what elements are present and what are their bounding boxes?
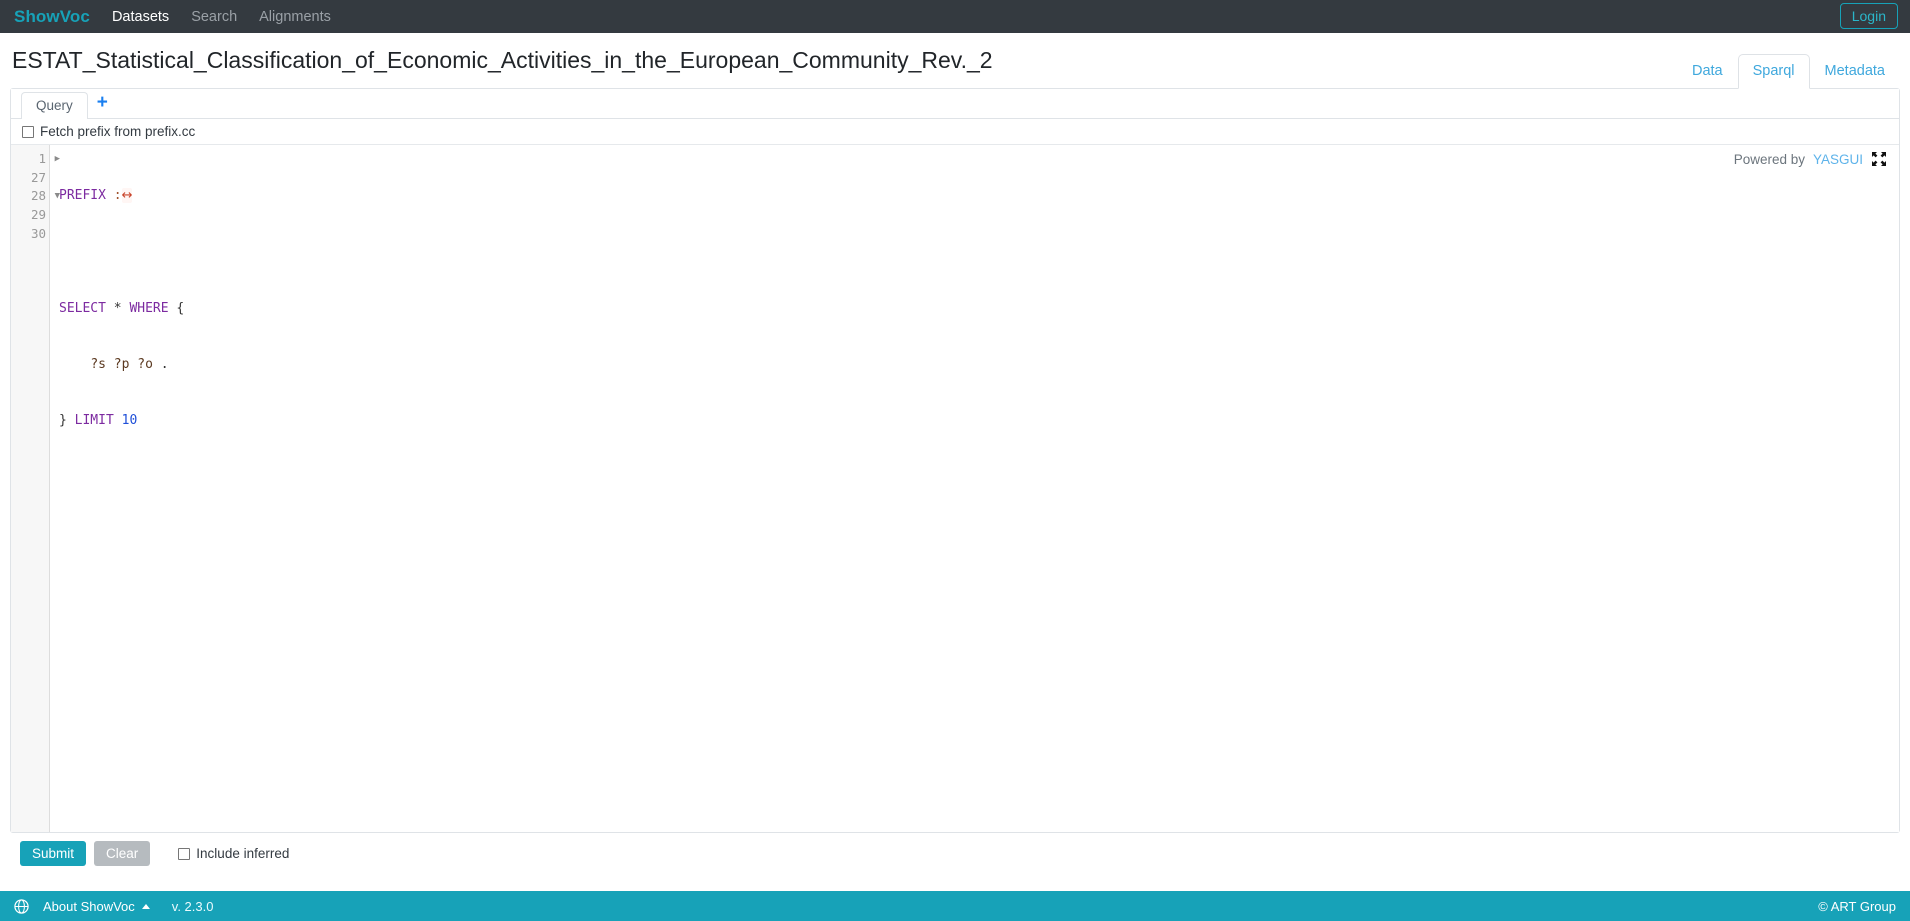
login-button[interactable]: Login xyxy=(1839,3,1898,30)
line-number: 1 ▶ xyxy=(11,150,60,169)
line-number: 29 xyxy=(11,206,49,225)
add-query-tab-button[interactable]: + xyxy=(88,90,117,117)
query-tab-strip: Query + xyxy=(11,89,1899,119)
codemirror[interactable]: 1 ▶ 27 28 ▼ 29 30 PREFIX:↔ SELECT * WHE… xyxy=(11,145,1899,832)
page-header: ESTAT_Statistical_Classification_of_Econ… xyxy=(0,33,1910,89)
query-action-bar: Submit Clear Include inferred xyxy=(10,833,1900,875)
fetch-prefix-checkbox[interactable] xyxy=(22,125,34,138)
caret-up-icon[interactable] xyxy=(141,903,150,909)
line-number-text: 29 xyxy=(30,207,46,223)
fetch-prefix-row: Fetch prefix from prefix.cc xyxy=(11,119,1899,145)
clear-button[interactable]: Clear xyxy=(94,841,151,866)
footer: About ShowVoc v. 2.3.0 © ART Group xyxy=(0,891,1910,921)
include-inferred-checkbox[interactable] xyxy=(178,847,191,860)
yasgui-credit: Powered by YASGUI xyxy=(1734,151,1887,167)
nav-link-datasets[interactable]: Datasets xyxy=(112,9,169,25)
line-number-text: 1 xyxy=(38,151,46,166)
version-label: v. 2.3.0 xyxy=(171,898,214,914)
fetch-prefix-label: Fetch prefix from prefix.cc xyxy=(40,124,196,139)
editor-code[interactable]: PREFIX :↔ SELECT * WHERE { ?s ?p ?o . } … xyxy=(50,145,1899,832)
line-number: 27 xyxy=(11,169,49,188)
line-number: 30 xyxy=(11,225,49,244)
main-content: Query + Fetch prefix from prefix.cc Powe… xyxy=(0,88,1910,875)
code-line: ?s ?p ?o . xyxy=(90,356,169,372)
submit-button[interactable]: Submit xyxy=(20,841,87,866)
page-title: ESTAT_Statistical_Classification_of_Econ… xyxy=(12,47,993,73)
fold-collapsed-icon[interactable]: ▶ xyxy=(55,150,60,169)
about-showvoc-link[interactable]: About ShowVoc xyxy=(43,899,135,914)
code-line: } LIMIT 10 xyxy=(59,412,138,428)
fullscreen-expand-icon[interactable] xyxy=(1871,151,1887,167)
sparql-query-card: Query + Fetch prefix from prefix.cc Powe… xyxy=(10,88,1900,833)
folded-range-marker[interactable]: ↔ xyxy=(121,188,133,204)
powered-by-label: Powered by xyxy=(1733,151,1805,167)
tab-data[interactable]: Data xyxy=(1677,54,1738,89)
globe-icon[interactable] xyxy=(14,898,29,914)
top-navbar: ShowVoc Datasets Search Alignments Login xyxy=(0,0,1910,33)
line-number-text: 30 xyxy=(30,225,46,241)
copyright-label: © ART Group xyxy=(1818,898,1896,914)
tab-sparql[interactable]: Sparql xyxy=(1737,54,1810,89)
tab-metadata[interactable]: Metadata xyxy=(1810,54,1900,89)
fold-expanded-icon[interactable]: ▼ xyxy=(55,187,60,206)
sparql-editor[interactable]: Powered by YASGUI 1 ▶ 27 28 ▼ 29 30 PREF… xyxy=(11,145,1899,832)
code-line: PREFIX :↔ xyxy=(59,188,133,204)
resource-tabs: Data Sparql Metadata xyxy=(1677,54,1900,89)
yasgui-link[interactable]: YASGUI xyxy=(1813,152,1863,167)
nav-link-search[interactable]: Search xyxy=(191,9,237,25)
line-number-text: 28 xyxy=(30,188,46,204)
nav-link-alignments[interactable]: Alignments xyxy=(259,9,331,25)
code-line: SELECT * WHERE { xyxy=(59,300,185,316)
query-tab[interactable]: Query xyxy=(21,92,88,119)
include-inferred-label: Include inferred xyxy=(196,846,290,861)
line-number-text: 27 xyxy=(30,169,46,185)
editor-gutter: 1 ▶ 27 28 ▼ 29 30 xyxy=(11,145,60,832)
app-brand[interactable]: ShowVoc xyxy=(14,7,90,27)
include-inferred-row[interactable]: Include inferred xyxy=(178,846,289,861)
line-number: 28 ▼ xyxy=(11,187,60,206)
